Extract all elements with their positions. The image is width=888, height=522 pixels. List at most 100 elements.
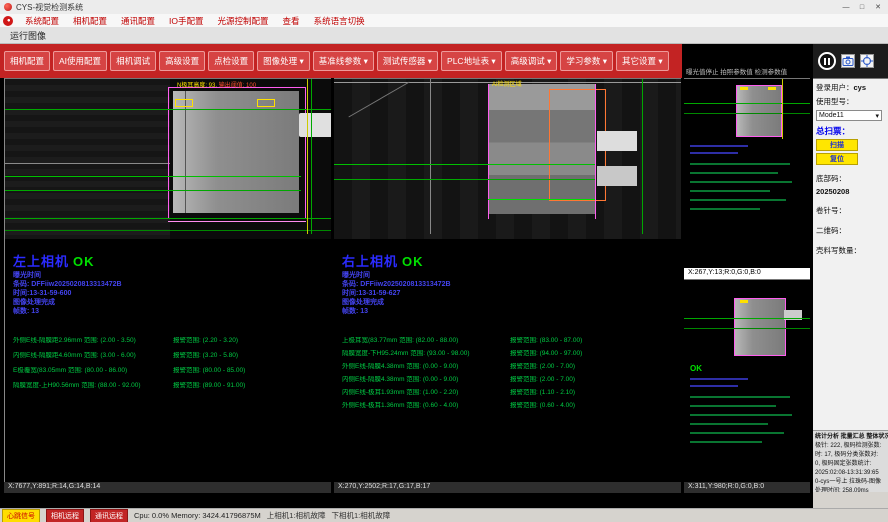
measurement-list: 外侧E线-隔膜距2.96mm 范围: (2.00 - 3.50) 报警范围: (… xyxy=(13,337,325,397)
chevron-down-icon: ▾ xyxy=(875,112,879,120)
login-user-label: 登录用户： xyxy=(816,83,854,92)
measurement-row: 隔膜宽度-下H95.24mm 范围: (93.00 - 98.00) 报警范围:… xyxy=(342,350,675,357)
camera-remote-indicator[interactable]: 相机远程 xyxy=(46,509,84,522)
toolbar-button[interactable]: 图像处理 ▾ xyxy=(257,51,310,71)
measurement-row: 上极耳宽(83.77mm 范围: (82.00 - 88.00) 报警范围: (… xyxy=(342,337,675,344)
measurement-text: 内侧E线-隔膜4.38mm 范围: (0.00 - 9.00) xyxy=(342,376,510,383)
measurement-list: 上极耳宽(83.77mm 范围: (82.00 - 88.00) 报警范围: (… xyxy=(342,337,675,415)
measurement-alarm: 报警范围: (3.20 - 5.80) xyxy=(173,352,325,359)
text-line-placeholder xyxy=(690,414,792,416)
menu-item[interactable]: 系统语言切换 xyxy=(307,15,372,27)
statistics-line: 0-cys一号上 拉珠码-图像 xyxy=(815,478,886,487)
toolbar-button[interactable]: 高级调试 ▾ xyxy=(505,51,558,71)
menu-item[interactable]: 通讯配置 xyxy=(114,15,162,27)
guide-line xyxy=(684,318,810,319)
measurement-text: 外侧E线-极耳1.36mm 范围: (0.60 - 4.00) xyxy=(342,402,510,409)
toolbar: 相机配置AI使用配置相机调试高级设置点检设置图像处理 ▾基准线参数 ▾测试传感器… xyxy=(0,44,682,78)
tab-run-image[interactable]: 运行图像 xyxy=(10,29,46,42)
measurement-alarm: 报警范围: (83.00 - 87.00) xyxy=(510,337,675,344)
camera-icon xyxy=(842,55,854,67)
measurement-alarm: 报警范围: (2.00 - 7.00) xyxy=(510,376,675,383)
measurement-alarm: 报警范围: (2.20 - 3.20) xyxy=(173,337,325,344)
connector-part xyxy=(299,113,331,137)
shell-count-label: 壳料写数量： xyxy=(816,245,885,256)
lower-camera-status: 下相机1:相机故障 xyxy=(332,510,391,521)
thumb-column-header: 曝光值停止 拍照参数值 检测参数值 xyxy=(684,44,810,78)
menu-item[interactable]: 查看 xyxy=(276,15,307,27)
status-bar: 心跳信号 相机远程 通讯远程 Cpu: 0.0% Memory: 3424.41… xyxy=(0,508,888,522)
menu-item[interactable]: IO手配置 xyxy=(162,15,210,27)
side-filler xyxy=(813,492,888,508)
toolbar-button[interactable]: AI使用配置 xyxy=(53,51,107,71)
camera-settings-button[interactable] xyxy=(841,54,855,68)
heartbeat-indicator[interactable]: 心跳信号 xyxy=(2,509,40,522)
window-title: CYS-视觉检测系统 xyxy=(16,2,838,13)
reset-button[interactable]: 复位 xyxy=(816,153,858,165)
model-select[interactable]: Mode11 ▾ xyxy=(816,110,882,121)
toolbar-button[interactable]: 基准线参数 ▾ xyxy=(313,51,374,71)
menu-items: 系统配置相机配置通讯配置IO手配置光源控制配置查看系统语言切换 xyxy=(18,15,372,27)
toolbar-button[interactable]: 相机配置 xyxy=(4,51,50,71)
guide-line xyxy=(334,164,595,165)
measurement-alarm: 报警范围: (0.60 - 4.00) xyxy=(510,402,675,409)
measurement-row: 外侧E线-极耳1.36mm 范围: (0.60 - 4.00) 报警范围: (0… xyxy=(342,402,675,409)
guide-line xyxy=(334,179,595,180)
roi-label: N极耳高度: 93. 输出阈值: 100 xyxy=(177,80,256,89)
menu-item[interactable]: 系统配置 xyxy=(18,15,66,27)
measurement-text: 内侧E线-极耳1.93mm 范围: (1.00 - 2.20) xyxy=(342,389,510,396)
right-camera-panel[interactable]: AI检测区域 右上相机OK 曝光时间 条码: DFFiiw20250208133… xyxy=(334,78,681,482)
guide-line xyxy=(684,103,810,104)
machine-background xyxy=(5,79,170,239)
statistics-line: 2025:02:08-13:31:39:65 xyxy=(815,469,886,478)
pause-button[interactable] xyxy=(818,52,836,70)
measurement-row: E极覆宽(83.05mm 范围: (80.00 - 86.00) 报警范围: (… xyxy=(13,367,325,374)
bright-edge-line xyxy=(430,79,431,234)
camera-status-ok: OK xyxy=(402,254,424,269)
bottom-code-label: 底部码： xyxy=(816,173,885,184)
toolbar-button[interactable]: 学习参数 ▾ xyxy=(560,51,613,71)
control-area xyxy=(813,44,888,78)
comm-remote-indicator[interactable]: 通讯远程 xyxy=(90,509,128,522)
menu-item[interactable]: 相机配置 xyxy=(66,15,114,27)
thumbnail-panel-top[interactable] xyxy=(684,78,810,268)
needle-number-label: 卷针号： xyxy=(816,205,885,216)
menu-bar: 系统配置相机配置通讯配置IO手配置光源控制配置查看系统语言切换 xyxy=(0,14,888,27)
close-button[interactable]: ✕ xyxy=(870,1,886,13)
roi-label-yellow: N极耳高度: 93. xyxy=(177,83,217,89)
model-value: Mode11 xyxy=(819,112,844,119)
measurement-alarm: 报警范围: (94.00 - 97.00) xyxy=(510,350,675,357)
roi-marker xyxy=(768,87,776,90)
toolbar-button[interactable]: 相机调试 xyxy=(110,51,156,71)
maximize-button[interactable]: □ xyxy=(854,1,870,13)
toolbar-button[interactable]: PLC地址表 ▾ xyxy=(441,51,502,71)
upper-camera-status: 上相机1:相机故障 xyxy=(267,510,326,521)
thumbnail-panel-bottom[interactable]: OK xyxy=(684,279,810,481)
toolbar-button[interactable]: 高级设置 xyxy=(159,51,205,71)
statistics-line: 极针: 222, 极码检测张数: xyxy=(815,442,886,451)
roi-line xyxy=(595,84,596,219)
toolbar-button[interactable]: 点检设置 xyxy=(208,51,254,71)
measurement-alarm: 报警范围: (1.10 - 2.10) xyxy=(510,389,675,396)
crosshair-button[interactable] xyxy=(860,54,874,68)
measurement-text: E极覆宽(83.05mm 范围: (80.00 - 86.00) xyxy=(13,367,173,374)
measurement-row: 内侧E线-极耳1.93mm 范围: (1.00 - 2.20) 报警范围: (1… xyxy=(342,389,675,396)
roi-marker xyxy=(175,99,193,107)
thumbnail-top-coords: X:267,Y:13;R:0,G:0,B:0 xyxy=(684,268,810,279)
toolbar-button[interactable]: 测试传感器 ▾ xyxy=(377,51,438,71)
camera-title: 左上相机OK xyxy=(13,251,95,270)
text-line-placeholder xyxy=(690,190,770,192)
left-camera-panel[interactable]: N极耳高度: 93. 输出阈值: 100 左上相机OK 曝光时间 条码: DFF… xyxy=(4,78,331,482)
guide-line xyxy=(5,218,331,219)
text-line-placeholder xyxy=(690,172,778,174)
right-camera-coords: X:270,Y:2502;R:17,G:17,B:17 xyxy=(334,482,681,493)
app-window: CYS-视觉检测系统 — □ ✕ 系统配置相机配置通讯配置IO手配置光源控制配置… xyxy=(0,0,888,522)
minimize-button[interactable]: — xyxy=(838,1,854,13)
statistics-line: 0, 极码固定张数统计: xyxy=(815,460,886,469)
scan-button[interactable]: 扫描 xyxy=(816,139,858,151)
toolbar-button[interactable]: 其它设置 ▾ xyxy=(616,51,669,71)
app-logo-icon xyxy=(3,16,13,26)
frames-line: 帧数: 13 xyxy=(13,306,39,316)
measurement-text: 内侧E线-隔膜距4.60mm 范围: (3.00 - 6.00) xyxy=(13,352,173,359)
text-line-placeholder xyxy=(690,385,738,387)
menu-item[interactable]: 光源控制配置 xyxy=(211,15,276,27)
